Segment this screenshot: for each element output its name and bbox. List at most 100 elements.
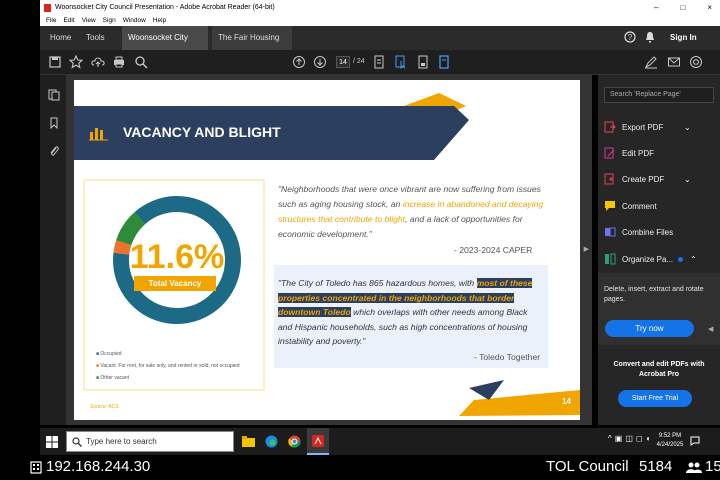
maximize-button[interactable]: □ <box>680 0 685 15</box>
star-icon[interactable] <box>69 55 83 69</box>
acrobat-taskbar-button[interactable] <box>307 428 329 455</box>
upload-cloud-icon[interactable] <box>91 55 105 69</box>
window-controls: – □ × <box>654 0 712 15</box>
svg-text:?: ? <box>628 33 633 42</box>
select-cursor-icon[interactable] <box>394 55 408 69</box>
tool-combine-files[interactable]: Combine Files <box>604 224 673 240</box>
new-badge-dot <box>678 256 683 262</box>
legend-item: ■ Vacant: For rent, for sale only, and r… <box>96 363 240 369</box>
tool-export-pdf[interactable]: Export PDF ⌄ <box>604 119 691 135</box>
slide-heading: VACANCY AND BLIGHT <box>123 124 281 140</box>
page-thumbnails-icon[interactable] <box>48 89 60 101</box>
bar-chart-icon <box>89 128 108 141</box>
taskbar-clock[interactable]: 9:52 PM 4/24/2025 <box>652 432 688 450</box>
tools-search-input[interactable]: Search 'Replace Page' <box>604 87 714 103</box>
toolbar: 14 / 24 <box>40 50 720 75</box>
tab-document[interactable]: The Fair Housing C... <box>212 26 292 66</box>
taskbar-search-placeholder: Type here to search <box>86 437 157 446</box>
previous-page-icon[interactable] <box>292 55 306 69</box>
quote-caper: "Neighborhoods that were once vibrant ar… <box>278 184 544 239</box>
page-view-icon[interactable] <box>372 55 386 69</box>
legend-item: ■ Occupied <box>96 351 122 357</box>
menu-view[interactable]: View <box>82 17 96 24</box>
donut-slice-1 <box>113 240 132 255</box>
page-number-input[interactable]: 14 <box>336 56 350 68</box>
quote-toledo: "The City of Toledo has 865 hazardous ho… <box>278 278 533 346</box>
create-pdf-icon <box>604 173 614 185</box>
windows-taskbar: Type here to search ^▣◫◻◖ 9:52 PM 4/24/2… <box>40 428 720 455</box>
menu-sign[interactable]: Sign <box>103 17 116 24</box>
close-window-button[interactable]: × <box>707 0 712 15</box>
fill-sign-pen-icon[interactable] <box>644 55 658 69</box>
tool-organize-pages[interactable]: Organize Pa... ⌃ <box>604 251 697 267</box>
quote-caper-source: - 2023-2024 CAPER <box>454 245 533 255</box>
quote-toledo-source: - Toledo Together <box>474 352 541 362</box>
email-icon[interactable] <box>667 55 681 69</box>
bell-icon[interactable] <box>644 31 656 43</box>
print-icon[interactable] <box>112 55 126 69</box>
sign-in-button[interactable]: Sign In <box>670 26 697 50</box>
expand-right-arrow-icon[interactable]: ▶ <box>584 245 589 253</box>
stream-status-bar: 192.168.244.30 TOL Council 5184 15 <box>0 455 720 480</box>
tab-tools[interactable]: Tools <box>86 26 105 50</box>
donut-percent: 11.6% <box>129 238 225 276</box>
tools-panel: Search 'Replace Page' Export PDF ⌄ Edit … <box>598 75 720 425</box>
acrobat-pro-promo: Convert and edit PDFs with Acrobat Pro <box>613 361 705 378</box>
file-explorer-icon[interactable] <box>242 436 255 447</box>
window-title: Woonsocket City Council Presentation - A… <box>55 4 275 11</box>
acrobat-app-icon <box>44 3 51 12</box>
clock-date: 4/24/2025 <box>656 442 684 448</box>
menu-window[interactable]: Window <box>123 17 146 24</box>
comment-icon <box>605 201 615 211</box>
ip-address: 192.168.244.30 <box>46 458 151 475</box>
page-total: / 24 <box>353 58 365 65</box>
search-icon[interactable] <box>134 55 148 69</box>
chevron-down-icon[interactable]: ⌄ <box>684 123 691 132</box>
viewers-icon <box>686 462 702 473</box>
legend-item: ■ Other vacant <box>96 375 130 381</box>
next-page-icon[interactable] <box>313 55 327 69</box>
read-mode-icon[interactable] <box>437 55 451 69</box>
tool-edit-pdf[interactable]: Edit PDF <box>604 145 654 161</box>
system-tray-icons[interactable]: ^▣◫◻◖ <box>608 434 653 443</box>
building-icon <box>30 461 42 474</box>
menu-edit[interactable]: Edit <box>63 17 74 24</box>
organize-pages-icon <box>605 253 616 265</box>
tab-document-active[interactable]: Woonsocket City C...× <box>122 26 208 66</box>
menu-help[interactable]: Help <box>153 17 166 24</box>
help-icon[interactable]: ? <box>624 31 636 43</box>
clock-time: 9:52 PM <box>658 433 682 439</box>
chevron-down-icon[interactable]: ⌄ <box>684 175 691 184</box>
export-pdf-icon <box>604 121 616 133</box>
try-now-button[interactable]: Try now <box>605 320 694 337</box>
menu-bar: File Edit View Sign Window Help <box>40 15 720 26</box>
tab-bar: Home Tools Woonsocket City C...× The Fai… <box>40 26 720 66</box>
edge-browser-icon[interactable] <box>265 435 278 448</box>
start-free-trial-button[interactable]: Start Free Trial <box>618 390 692 407</box>
left-rail: ◀ <box>40 75 71 425</box>
search-icon <box>72 437 82 447</box>
notification-center-icon[interactable] <box>690 436 700 446</box>
taskbar-search-box[interactable]: Type here to search <box>66 431 234 452</box>
menu-file[interactable]: File <box>46 17 56 24</box>
council-label: TOL Council <box>546 458 629 475</box>
chrome-browser-icon[interactable] <box>288 435 301 448</box>
collapse-panel-icon[interactable]: ◀ <box>708 325 713 333</box>
slide-page-number: 14 <box>562 397 571 406</box>
tool-comment[interactable]: Comment <box>604 198 657 214</box>
save-icon[interactable] <box>48 55 62 69</box>
windows-start-icon[interactable] <box>46 436 58 448</box>
tool-create-pdf[interactable]: Create PDF ⌄ <box>604 171 691 187</box>
attachment-icon[interactable] <box>48 145 60 157</box>
tab-home[interactable]: Home <box>50 26 71 50</box>
viewer-count: 15 <box>705 458 720 475</box>
minimize-button[interactable]: – <box>654 0 658 15</box>
chart-legend: ■ Occupied ■ Vacant: For rent, for sale … <box>96 348 239 384</box>
chevron-up-icon[interactable]: ⌃ <box>690 255 697 264</box>
share-link-icon[interactable] <box>689 55 703 69</box>
source-note: Source: ACS <box>90 404 119 410</box>
document-icon[interactable] <box>416 55 430 69</box>
combine-files-icon <box>605 227 616 237</box>
bookmark-icon[interactable] <box>48 117 60 129</box>
slide-page: VACANCY AND BLIGHT 11.6% Total Vacancy ■… <box>74 80 580 420</box>
